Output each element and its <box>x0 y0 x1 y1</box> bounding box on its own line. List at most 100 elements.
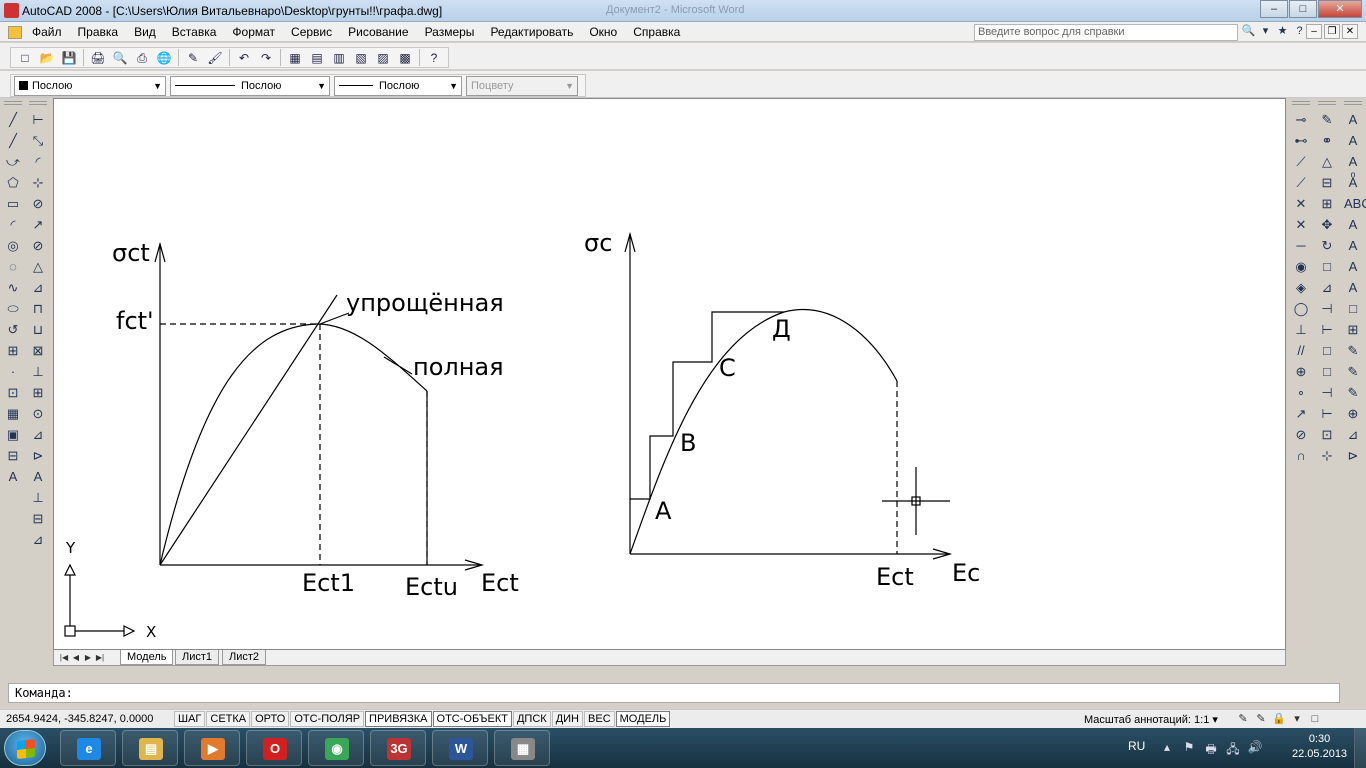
menu-item[interactable]: Сервис <box>283 25 340 39</box>
draw-tool-icon[interactable]: ⊡ <box>4 382 22 403</box>
text-tool-icon[interactable]: ✎ <box>1344 382 1362 403</box>
draw-tool-icon[interactable]: ↺ <box>4 319 22 340</box>
modify-tool-icon[interactable]: ⚭ <box>1318 130 1336 151</box>
draw-tool-icon[interactable]: ▣ <box>4 424 22 445</box>
modify-tool-icon[interactable]: ⊞ <box>1318 193 1336 214</box>
help-tool-icon[interactable]: ▾ <box>1257 24 1274 40</box>
draw-tool-icon[interactable]: ╱ <box>4 130 22 151</box>
status-tray-icon[interactable]: □ <box>1306 711 1324 727</box>
menu-item[interactable]: Окно <box>581 25 625 39</box>
text-tool-icon[interactable]: ⊳ <box>1344 445 1362 466</box>
snap-tool-icon[interactable]: ─ <box>1292 235 1310 256</box>
help-tool-icon[interactable]: 🔍 <box>1240 24 1257 40</box>
text-tool-icon[interactable]: □ <box>1344 298 1362 319</box>
draw-tool-icon[interactable]: ∿ <box>4 277 22 298</box>
drawing-canvas[interactable]: σct fct' упрощённая полная Ect1 Ectu Ect… <box>53 98 1286 650</box>
dimension-tool-icon[interactable]: ⊹ <box>29 172 47 193</box>
draw-tool-icon[interactable]: ▭ <box>4 193 22 214</box>
chrome-taskbar-button[interactable]: ◉ <box>308 730 364 766</box>
snap-tool-icon[interactable]: ◯ <box>1292 298 1310 319</box>
print-icon[interactable]: 🖨 <box>89 49 107 67</box>
tab-model[interactable]: Модель <box>120 650 174 665</box>
cut-icon[interactable]: ✎ <box>184 49 202 67</box>
modify-tool-icon[interactable]: ⊡ <box>1318 424 1336 445</box>
text-tool-icon[interactable]: Aͦ <box>1344 172 1362 193</box>
tab-sheet1[interactable]: Лист1 <box>175 650 220 665</box>
annotation-scale[interactable]: Масштаб аннотаций: 1:1 ▾ <box>1084 713 1218 726</box>
text-tool-icon[interactable]: ⊞ <box>1344 319 1362 340</box>
properties-icon[interactable]: ▤ <box>308 49 326 67</box>
layout-nav-button[interactable]: ▶ <box>82 651 94 664</box>
help-icon[interactable]: ? <box>425 49 443 67</box>
color-dropdown[interactable]: Послою ▼ <box>14 76 166 96</box>
open-icon[interactable]: 📂 <box>38 49 56 67</box>
draw-tool-icon[interactable]: ▦ <box>4 403 22 424</box>
plot-icon[interactable]: ⎙ <box>133 49 151 67</box>
opera-taskbar-button[interactable]: O <box>246 730 302 766</box>
draw-tool-icon[interactable]: ◎ <box>4 235 22 256</box>
clock[interactable]: 0:30 22.05.2013 <box>1292 732 1347 762</box>
status-tray-icon[interactable]: ▾ <box>1288 711 1306 727</box>
maximize-button[interactable]: □ <box>1289 0 1317 18</box>
dimension-tool-icon[interactable]: ⊳ <box>29 445 47 466</box>
layout-nav-button[interactable]: ◀ <box>70 651 82 664</box>
status-tray-icon[interactable]: 🔒 <box>1270 711 1288 727</box>
snap-tool-icon[interactable]: ⊘ <box>1292 424 1310 445</box>
snap-tool-icon[interactable]: ⊥ <box>1292 319 1310 340</box>
dimension-tool-icon[interactable]: ⊔ <box>29 319 47 340</box>
text-tool-icon[interactable]: A <box>1344 235 1362 256</box>
snap-tool-icon[interactable]: ∩ <box>1292 445 1310 466</box>
word-taskbar-button[interactable]: W <box>432 730 488 766</box>
designcenter-icon[interactable]: ▦ <box>286 49 304 67</box>
publish-icon[interactable]: 🌐 <box>155 49 173 67</box>
snap-tool-icon[interactable]: ↗ <box>1292 403 1310 424</box>
modify-tool-icon[interactable]: ✎ <box>1318 109 1336 130</box>
modify-tool-icon[interactable]: △ <box>1318 151 1336 172</box>
menu-item[interactable]: Рисование <box>340 25 416 39</box>
draw-tool-icon[interactable]: ╱ <box>4 109 22 130</box>
status-toggle-button[interactable]: ОТС-ОБЪЕКТ <box>432 711 512 727</box>
snap-tool-icon[interactable]: ⟋ <box>1292 172 1310 193</box>
doc-close-button[interactable]: ✕ <box>1342 24 1358 39</box>
tray-icon[interactable]: ⚑ <box>1178 740 1200 761</box>
dimension-tool-icon[interactable]: ⊘ <box>29 235 47 256</box>
help-search-input[interactable]: Введите вопрос для справки <box>974 24 1238 41</box>
preview-icon[interactable]: 🔍 <box>111 49 129 67</box>
undo-icon[interactable]: ↶ <box>235 49 253 67</box>
matchprop-icon[interactable]: 🖌 <box>206 49 224 67</box>
draw-tool-icon[interactable]: ⊟ <box>4 445 22 466</box>
dimension-tool-icon[interactable]: ⊿ <box>29 529 47 550</box>
text-tool-icon[interactable]: ✎ <box>1344 361 1362 382</box>
status-toggle-button[interactable]: ПРИВЯЗКА <box>365 711 432 727</box>
annotation-scale-value[interactable]: 1:1 ▾ <box>1194 714 1218 726</box>
language-indicator[interactable]: RU <box>1128 739 1145 753</box>
dimension-tool-icon[interactable]: ⊿ <box>29 277 47 298</box>
doc-minimize-button[interactable]: – <box>1306 24 1322 39</box>
dimension-tool-icon[interactable]: ◜ <box>29 151 47 172</box>
dimension-tool-icon[interactable]: ⊥ <box>29 361 47 382</box>
snap-tool-icon[interactable]: ✕ <box>1292 193 1310 214</box>
menu-item[interactable]: Вид <box>126 25 164 39</box>
text-tool-icon[interactable]: ⊕ <box>1344 403 1362 424</box>
status-tray-icon[interactable]: ✎ <box>1252 711 1270 727</box>
snap-tool-icon[interactable]: ⊕ <box>1292 361 1310 382</box>
modify-tool-icon[interactable]: ⊹ <box>1318 445 1336 466</box>
coordinates-readout[interactable]: 2654.9424, -345.8247, 0.0000 <box>6 713 153 725</box>
dimension-tool-icon[interactable]: △ <box>29 256 47 277</box>
calculator-icon[interactable]: ▩ <box>396 49 414 67</box>
snap-tool-icon[interactable]: // <box>1292 340 1310 361</box>
dimension-tool-icon[interactable]: ⊙ <box>29 403 47 424</box>
snap-tool-icon[interactable]: ✕ <box>1292 214 1310 235</box>
menu-item[interactable]: Размеры <box>417 25 483 39</box>
dimension-tool-icon[interactable]: A <box>29 466 47 487</box>
draw-tool-icon[interactable]: A <box>4 466 22 487</box>
modify-tool-icon[interactable]: □ <box>1318 340 1336 361</box>
menu-item[interactable]: Файл <box>24 25 70 39</box>
status-toggle-button[interactable]: МОДЕЛЬ <box>615 711 671 727</box>
command-line-input[interactable]: Команда: <box>8 683 1340 703</box>
internet-explorer-taskbar-button[interactable]: e <box>60 730 116 766</box>
explorer-taskbar-button[interactable]: ▤ <box>122 730 178 766</box>
status-toggle-button[interactable]: ОРТО <box>251 711 290 727</box>
dimension-tool-icon[interactable]: ⊠ <box>29 340 47 361</box>
dimension-tool-icon[interactable]: ⊓ <box>29 298 47 319</box>
